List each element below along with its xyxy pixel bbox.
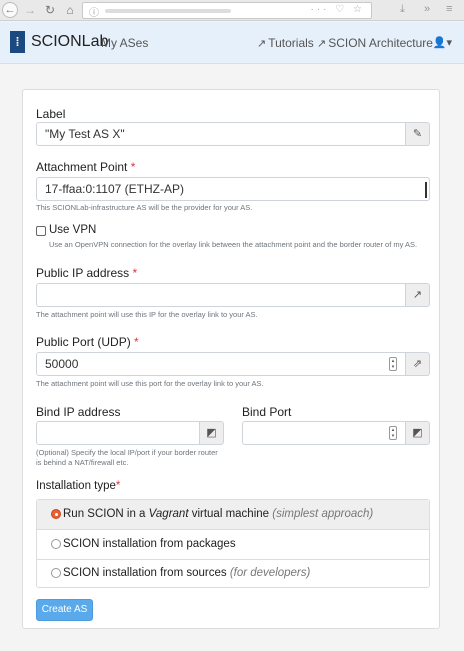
- attachment-point-heading: Attachment Point *: [36, 160, 135, 174]
- use-vpn-checkbox[interactable]: [36, 226, 46, 236]
- attachment-point-help: This SCIONLab-infrastructure AS will be …: [36, 203, 253, 212]
- install-option-label: Run SCION in a Vagrant virtual machine (…: [63, 508, 373, 520]
- url-bar-controls[interactable]: ··· ♡ ☆: [311, 4, 365, 15]
- attachment-point-select[interactable]: 17-ffaa:0:1107 (ETHZ-AP): [36, 177, 430, 201]
- public-ip-heading: Public IP address *: [36, 266, 137, 280]
- attachment-point-label: Attachment Point: [36, 160, 128, 174]
- installation-type-options: Run SCION in a Vagrant virtual machine (…: [36, 499, 430, 588]
- option-note: (for developers): [229, 567, 311, 579]
- reload-button[interactable]: ↻: [42, 2, 58, 18]
- create-as-button[interactable]: Create AS: [36, 599, 93, 621]
- public-port-label: Public Port (UDP): [36, 335, 131, 349]
- radio-selected-icon[interactable]: [51, 509, 61, 519]
- download-icon[interactable]: ⤓: [400, 3, 405, 16]
- use-vpn-help: Use an OpenVPN connection for the overla…: [49, 240, 418, 249]
- overflow-icon[interactable]: »: [424, 3, 430, 15]
- required-mark: *: [115, 480, 121, 492]
- scionlab-logo-icon[interactable]: ⁞: [10, 31, 25, 53]
- tutorials-label: Tutorials: [268, 36, 314, 50]
- installation-type-label: Installation type: [36, 480, 116, 492]
- share-icon[interactable]: ⇗: [406, 352, 430, 376]
- port-stepper-icon[interactable]: ▴ ▾: [389, 357, 397, 371]
- external-link-icon: ↗: [317, 38, 327, 50]
- forward-button[interactable]: →: [22, 2, 38, 18]
- bind-port-addon-icon[interactable]: ◩: [406, 421, 430, 445]
- bind-port-stepper-icon[interactable]: ▴ ▾: [389, 426, 397, 440]
- navbar: ⁞ SCIONLab My ASes ↗ Tutorials ↗ SCION Arc…: [0, 22, 464, 64]
- browser-toolbar: ← → ↻ ⌂ ⓘ ··· ♡ ☆ ⤓ » ≡: [0, 0, 464, 21]
- required-mark: *: [130, 160, 136, 174]
- back-button[interactable]: ←: [2, 2, 18, 18]
- option-text: SCION installation from packages: [63, 538, 236, 550]
- public-ip-label: Public IP address: [36, 266, 130, 280]
- public-port-help: The attachment point will use this port …: [36, 379, 264, 388]
- install-option-label: SCION installation from packages: [63, 538, 236, 550]
- required-mark: *: [134, 335, 139, 349]
- my-ases-link[interactable]: My ASes: [101, 36, 148, 50]
- radio-unselected-icon[interactable]: [51, 568, 61, 578]
- installation-type-heading: Installation type*: [36, 480, 120, 492]
- tutorials-link[interactable]: ↗ Tutorials: [257, 36, 314, 50]
- bind-ip-input[interactable]: [36, 421, 200, 445]
- user-menu-icon[interactable]: 👤▾: [433, 36, 452, 49]
- bind-help-line-2: is behind a NAT/firewall etc.: [36, 458, 129, 467]
- use-vpn-label[interactable]: Use VPN: [49, 224, 96, 236]
- home-button[interactable]: ⌂: [62, 2, 78, 18]
- public-port-heading: Public Port (UDP) *: [36, 335, 139, 349]
- create-as-form: Label "My Test AS X" ✎ Attachment Point …: [22, 89, 440, 629]
- install-option-vagrant[interactable]: Run SCION in a Vagrant virtual machine (…: [37, 500, 429, 530]
- install-option-sources[interactable]: SCION installation from sources (for dev…: [37, 559, 429, 588]
- bind-ip-heading: Bind IP address: [36, 405, 121, 419]
- public-ip-help: The attachment point will use this IP fo…: [36, 310, 258, 319]
- public-port-input[interactable]: 50000 ▴ ▾: [36, 352, 406, 376]
- external-open-icon[interactable]: ↗: [406, 283, 430, 307]
- bind-help-line-1: (Optional) Specify the local IP/port if …: [36, 448, 218, 457]
- menu-icon[interactable]: ≡: [446, 3, 452, 15]
- bind-port-heading: Bind Port: [242, 405, 292, 419]
- radio-unselected-icon[interactable]: [51, 539, 61, 549]
- option-em-text: Vagrant: [148, 508, 189, 520]
- option-text-tail: virtual machine: [188, 508, 273, 520]
- public-ip-input[interactable]: [36, 283, 406, 307]
- external-link-icon: ↗: [257, 38, 267, 50]
- bind-port-input[interactable]: ▴ ▾: [242, 421, 406, 445]
- url-text-redacted: [105, 9, 231, 13]
- url-bar[interactable]: ⓘ ··· ♡ ☆: [82, 2, 372, 19]
- option-text: Run SCION in a: [63, 508, 149, 520]
- site-info-icon[interactable]: ⓘ: [89, 4, 99, 19]
- label-input[interactable]: "My Test AS X": [36, 122, 406, 146]
- public-port-value: 50000: [45, 357, 79, 371]
- architecture-link[interactable]: ↗ SCION Architecture: [317, 36, 433, 50]
- label-heading: Label: [36, 107, 66, 121]
- option-text: SCION installation from sources: [63, 567, 230, 579]
- required-mark: *: [132, 266, 138, 280]
- brand-link[interactable]: SCIONLab: [31, 33, 108, 51]
- architecture-label: SCION Architecture: [328, 36, 433, 50]
- attachment-point-value: 17-ffaa:0:1107 (ETHZ-AP): [45, 182, 184, 196]
- install-option-label: SCION installation from sources (for dev…: [63, 567, 310, 579]
- select-arrow-icon: [423, 182, 427, 198]
- bind-ip-addon-icon[interactable]: ◩: [200, 421, 224, 445]
- option-note: (simplest approach): [272, 508, 374, 520]
- install-option-packages[interactable]: SCION installation from packages: [37, 530, 429, 560]
- edit-pencil-icon[interactable]: ✎: [406, 122, 430, 146]
